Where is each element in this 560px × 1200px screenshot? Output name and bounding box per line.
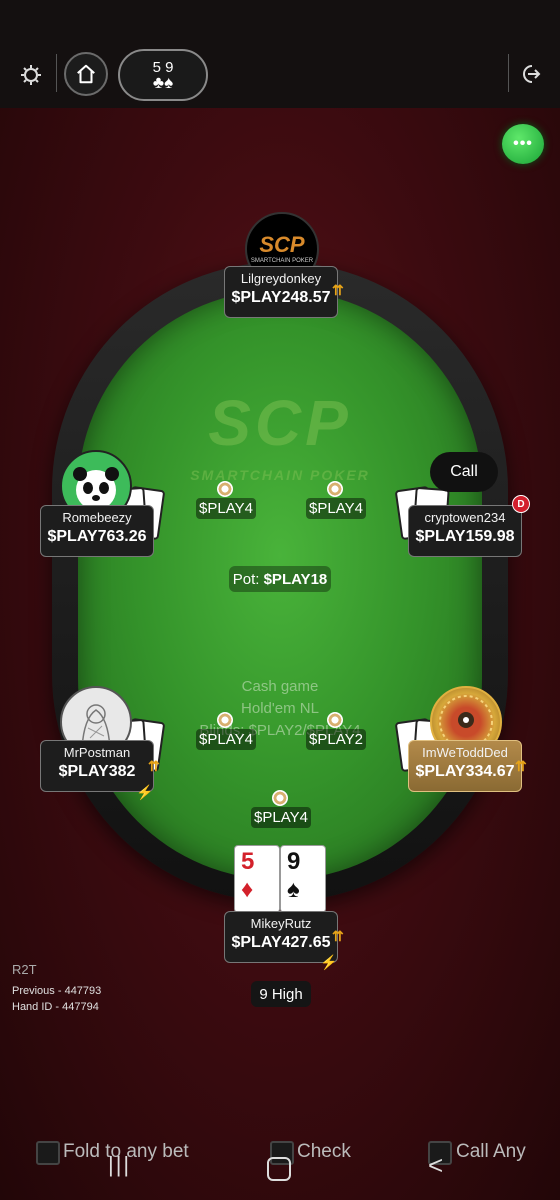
gear-icon [21, 65, 41, 85]
card-rank: 9 [287, 848, 301, 875]
boost-icon: ⇈ [515, 758, 527, 774]
player-stack: $PLAY427.65 [231, 934, 331, 951]
bet-amount: $PLAY4 [196, 498, 256, 519]
bet-amount: $PLAY2 [306, 729, 366, 750]
chip-icon [327, 481, 343, 497]
home-button[interactable] [64, 52, 108, 96]
back-nav-button[interactable]: < [428, 1150, 443, 1181]
chip-icon [217, 712, 233, 728]
bet-hero: $PLAY4 [251, 790, 311, 828]
chat-bubble-icon: ••• [513, 135, 533, 152]
seat-top[interactable]: Lilgreydonkey $PLAY248.57 [224, 266, 338, 318]
player-name: Romebeezy [62, 510, 132, 525]
lightning-icon: ⚡ [136, 784, 154, 800]
settings-button[interactable] [16, 60, 46, 90]
scp-logo-text: SCP [259, 232, 305, 257]
player-name: cryptowen234 [424, 510, 506, 525]
player-name: ImWeToddDed [422, 745, 508, 760]
chip-icon [272, 790, 288, 806]
game-blinds: Blinds: $PLAY2/$PLAY4 [199, 722, 361, 739]
home-nav-button[interactable] [267, 1157, 291, 1181]
topbar-divider [56, 54, 57, 92]
pot-value: $PLAY18 [263, 570, 328, 588]
bet-amount: $PLAY4 [196, 729, 256, 750]
game-type: Cash game [241, 678, 319, 695]
table-watermark-logo: SCP [208, 387, 352, 459]
player-stack: $PLAY382 [58, 763, 136, 780]
player-name: MikeyRutz [250, 916, 312, 931]
player-name: Lilgreydonkey [240, 271, 322, 286]
recent-apps-button[interactable]: ||| [108, 1152, 131, 1178]
boost-icon: ⇈ [148, 758, 160, 774]
current-hand-pill[interactable]: 5 9 ♣♠ [118, 49, 208, 101]
card-suit: ♠ [287, 876, 300, 903]
hand-rank-label: 9 High [251, 981, 311, 1007]
current-hand-id: Hand ID - 447794 [12, 1001, 99, 1013]
seat-left-upper[interactable]: Romebeezy $PLAY763.26 [40, 505, 154, 557]
home-icon [77, 64, 95, 84]
bet-left-upper: $PLAY4 [196, 481, 256, 519]
player-name: MrPostman [63, 745, 131, 760]
chip-icon [327, 712, 343, 728]
hero-card-1: 5 ♦ [234, 845, 280, 913]
exit-icon [523, 65, 541, 83]
bet-amount: $PLAY4 [251, 807, 311, 828]
player-stack: $PLAY334.67 [415, 763, 515, 780]
chip-icon [217, 481, 233, 497]
r2t-label: R2T [12, 962, 37, 977]
hero-card-2: 9 ♠ [280, 845, 326, 913]
boost-icon: ⇈ [332, 928, 344, 944]
lightning-icon: ⚡ [320, 954, 338, 970]
card-rank: 5 [241, 848, 255, 875]
exit-button[interactable] [514, 58, 546, 90]
bet-left-lower: $PLAY4 [196, 712, 256, 750]
chat-button[interactable]: ••• [502, 124, 544, 164]
previous-hand-id[interactable]: Previous - 447793 [12, 985, 101, 997]
bet-amount: $PLAY4 [306, 498, 366, 519]
action-badge: Call [430, 452, 498, 492]
system-nav-bar: ||| < [0, 1134, 560, 1200]
seat-right-upper[interactable]: cryptowen234 $PLAY159.98 [408, 505, 522, 557]
game-variant: Hold'em NL [241, 700, 319, 717]
player-stack: $PLAY248.57 [231, 289, 331, 306]
pot-label: Pot: [232, 570, 260, 588]
bet-right-upper: $PLAY4 [306, 481, 366, 519]
boost-icon: ⇈ [332, 282, 344, 298]
player-stack: $PLAY159.98 [415, 528, 515, 545]
seat-right-lower[interactable]: ImWeToddDed $PLAY334.67 [408, 740, 522, 792]
card-suit: ♦ [241, 876, 254, 903]
hand-suits: ♣♠ [152, 73, 174, 92]
player-stack: $PLAY763.26 [47, 528, 147, 545]
dealer-button: D [512, 495, 530, 513]
pot-display: Pot: $PLAY18 [229, 566, 331, 592]
bet-right-lower: $PLAY2 [306, 712, 366, 750]
scp-logo-sub: SMARTCHAIN POKER [250, 258, 314, 264]
topbar-divider-right [508, 54, 509, 92]
